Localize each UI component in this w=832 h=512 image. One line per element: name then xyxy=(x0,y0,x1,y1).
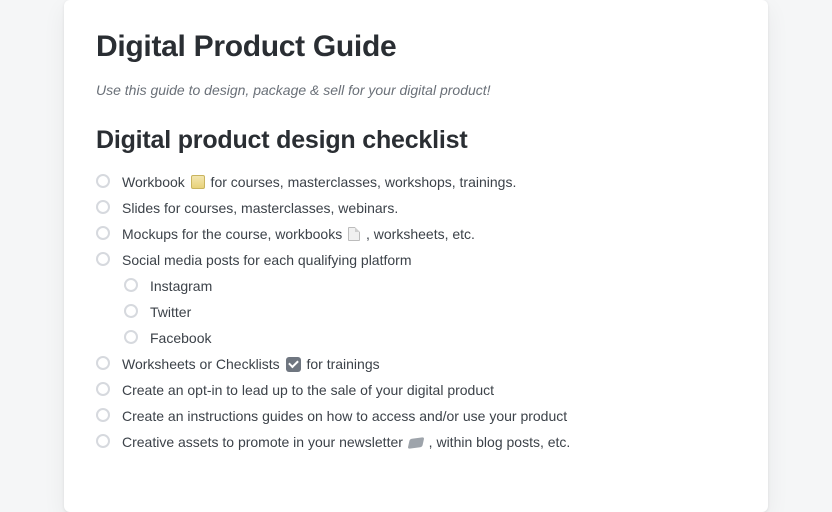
radio-icon[interactable] xyxy=(96,252,110,266)
radio-icon[interactable] xyxy=(96,434,110,448)
checklist-item-text: Facebook xyxy=(150,328,736,348)
checklist: Workbook for courses, masterclasses, wor… xyxy=(96,169,736,455)
checklist-subgroup: Instagram Twitter Facebook xyxy=(96,273,736,351)
page-title: Digital Product Guide xyxy=(96,30,736,64)
checklist-item-text: Worksheets or Checklists for trainings xyxy=(122,354,736,374)
checklist-item-text: Mockups for the course, workbooks , work… xyxy=(122,224,736,244)
document-page: Digital Product Guide Use this guide to … xyxy=(64,0,768,512)
checklist-item: Mockups for the course, workbooks , work… xyxy=(96,221,736,247)
section-heading: Digital product design checklist xyxy=(96,126,736,155)
radio-icon[interactable] xyxy=(124,304,138,318)
radio-icon[interactable] xyxy=(96,408,110,422)
checklist-item-text: Twitter xyxy=(150,302,736,322)
check-icon xyxy=(286,357,301,372)
checklist-item: Create an opt-in to lead up to the sale … xyxy=(96,377,736,403)
checklist-item-text: Create an opt-in to lead up to the sale … xyxy=(122,380,736,400)
radio-icon[interactable] xyxy=(96,356,110,370)
checklist-item: Twitter xyxy=(124,299,736,325)
checklist-item: Social media posts for each qualifying p… xyxy=(96,247,736,273)
page-subtitle: Use this guide to design, package & sell… xyxy=(96,82,736,98)
radio-icon[interactable] xyxy=(96,382,110,396)
checklist-item-text: Create an instructions guides on how to … xyxy=(122,406,736,426)
checklist-item-text: Instagram xyxy=(150,276,736,296)
checklist-item: Worksheets or Checklists for trainings xyxy=(96,351,736,377)
radio-icon[interactable] xyxy=(96,226,110,240)
radio-icon[interactable] xyxy=(96,174,110,188)
checklist-item-text: Creative assets to promote in your newsl… xyxy=(122,432,736,452)
radio-icon[interactable] xyxy=(96,200,110,214)
checklist-item: Instagram xyxy=(124,273,736,299)
radio-icon[interactable] xyxy=(124,330,138,344)
checklist-item: Workbook for courses, masterclasses, wor… xyxy=(96,169,736,195)
checklist-item: Facebook xyxy=(124,325,736,351)
checklist-item-text: Social media posts for each qualifying p… xyxy=(122,250,736,270)
checklist-item: Create an instructions guides on how to … xyxy=(96,403,736,429)
sub-checklist: Instagram Twitter Facebook xyxy=(124,273,736,351)
checklist-item: Slides for courses, masterclasses, webin… xyxy=(96,195,736,221)
checklist-item: Creative assets to promote in your newsl… xyxy=(96,429,736,455)
doc-icon xyxy=(348,227,360,241)
clipboard-icon xyxy=(191,175,205,189)
checklist-item-text: Slides for courses, masterclasses, webin… xyxy=(122,198,736,218)
checklist-item-text: Workbook for courses, masterclasses, wor… xyxy=(122,172,736,192)
tag-icon xyxy=(407,437,424,449)
radio-icon[interactable] xyxy=(124,278,138,292)
